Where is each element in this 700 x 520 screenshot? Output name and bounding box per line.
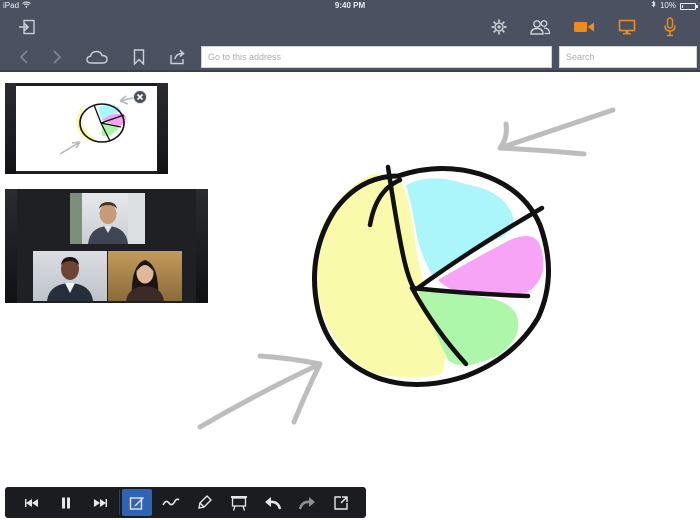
annotate-icon[interactable] bbox=[122, 489, 152, 516]
pause-icon[interactable] bbox=[51, 489, 81, 516]
toolbar-divider bbox=[119, 490, 120, 515]
undo-icon[interactable] bbox=[258, 489, 288, 516]
forward-icon[interactable] bbox=[44, 44, 70, 70]
participant-video-1[interactable] bbox=[70, 193, 145, 244]
video-left-edge bbox=[5, 189, 17, 303]
whiteboard-drawing bbox=[197, 107, 616, 430]
gear-icon[interactable] bbox=[486, 14, 512, 40]
thumbnail-left-edge bbox=[5, 83, 16, 174]
arrow-top-right bbox=[497, 107, 616, 157]
screen-share-icon[interactable] bbox=[614, 14, 640, 40]
battery-label: 10% bbox=[659, 1, 676, 10]
participant-video-2[interactable] bbox=[33, 251, 107, 301]
status-bar: iPad 9:40 PM 10% bbox=[0, 0, 700, 12]
participant-avatar-2 bbox=[47, 257, 93, 301]
bluetooth-icon bbox=[651, 0, 656, 12]
participant-avatar-1 bbox=[70, 193, 145, 244]
browser-toolbar bbox=[0, 42, 700, 72]
close-thumbnail-button[interactable] bbox=[133, 90, 147, 104]
status-time: 9:40 PM bbox=[334, 1, 366, 10]
whiteboard-canvas[interactable] bbox=[170, 80, 700, 480]
thumbnail-right-edge bbox=[157, 83, 168, 174]
whiteboard-icon[interactable] bbox=[224, 489, 254, 516]
fast-forward-icon[interactable] bbox=[85, 489, 115, 516]
status-right: 10% bbox=[651, 0, 698, 12]
redo-icon[interactable] bbox=[292, 489, 322, 516]
battery-level bbox=[682, 4, 683, 8]
bookmark-icon[interactable] bbox=[126, 44, 152, 70]
app-screen: iPad 9:40 PM 10% bbox=[0, 0, 700, 520]
battery-icon bbox=[680, 2, 698, 10]
rewind-icon[interactable] bbox=[17, 489, 47, 516]
top-toolbar bbox=[0, 12, 700, 42]
presentation-toolbar bbox=[5, 487, 366, 518]
address-input[interactable] bbox=[201, 46, 552, 68]
cloud-icon[interactable] bbox=[84, 44, 110, 70]
arrow-bottom-left bbox=[197, 353, 323, 430]
search-input[interactable] bbox=[559, 46, 697, 68]
close-icon bbox=[136, 93, 144, 101]
microphone-icon[interactable] bbox=[657, 14, 683, 40]
share-icon[interactable] bbox=[165, 44, 191, 70]
back-icon[interactable] bbox=[11, 44, 37, 70]
participants-icon[interactable] bbox=[527, 14, 553, 40]
pen-icon[interactable] bbox=[156, 489, 186, 516]
highlighter-icon[interactable] bbox=[190, 489, 220, 516]
exit-icon[interactable] bbox=[14, 14, 40, 40]
export-icon[interactable] bbox=[326, 489, 356, 516]
video-camera-icon[interactable] bbox=[571, 14, 597, 40]
